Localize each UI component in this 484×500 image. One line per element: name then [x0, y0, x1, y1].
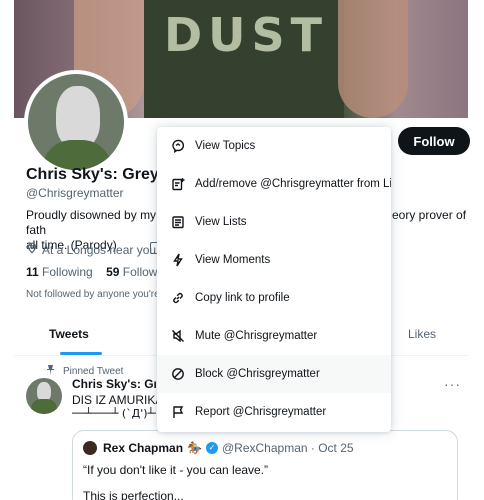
banner-shirt-lettering: DUST — [164, 8, 329, 62]
tweet-text-line-2: ──┴───┴ (`Д')┴──┴ — [72, 407, 156, 420]
following-count: 11 — [26, 265, 39, 279]
pinned-label: Pinned Tweet — [63, 365, 124, 377]
pinned-tweet-header: Pinned Tweet — [46, 364, 123, 378]
followers-count: 59 — [106, 265, 120, 279]
verified-icon: ✓ — [205, 442, 218, 454]
menu-item-label: Copy link to profile — [195, 292, 290, 304]
menu-item-add-remove-lists[interactable]: Add/remove @Chrisgreymatter from Lists — [157, 165, 391, 203]
avatar-head — [56, 86, 100, 148]
profile-location: At a Longos near you. — [26, 242, 159, 257]
moments-icon — [171, 253, 185, 267]
active-tab-indicator — [60, 352, 102, 355]
link-icon — [171, 291, 185, 305]
menu-item-mute[interactable]: Mute @Chrisgreymatter — [157, 317, 391, 355]
menu-item-label: Mute @Chrisgreymatter — [195, 330, 318, 342]
profile-more-menu: View Topics Add/remove @Chrisgreymatter … — [157, 127, 391, 432]
menu-item-label: View Topics — [195, 140, 256, 152]
lists-icon — [171, 215, 185, 229]
quoted-author: Rex Chapman — [103, 441, 184, 455]
quoted-text-line-1: “If you don't like it - you can leave.” — [83, 463, 269, 477]
menu-item-view-topics[interactable]: View Topics — [157, 127, 391, 165]
menu-item-label: View Lists — [195, 216, 247, 228]
report-icon — [171, 405, 185, 419]
menu-item-report[interactable]: Report @Chrisgreymatter — [157, 393, 391, 431]
menu-item-label: View Moments — [195, 254, 271, 266]
tweet-avatar[interactable] — [26, 378, 62, 414]
add-list-icon — [171, 177, 185, 191]
banner-arm-right — [338, 0, 408, 118]
quoted-tweet[interactable]: Rex Chapman 🏇 ✓ @RexChapman · Oct 25 “If… — [72, 430, 458, 500]
menu-item-label: Block @Chrisgreymatter — [195, 368, 320, 380]
profile-name: Chris Sky's: Grey M — [26, 166, 177, 183]
quoted-handle-time: @RexChapman · Oct 25 — [221, 441, 354, 455]
more-options-icon[interactable]: ··· — [444, 376, 461, 392]
location-icon — [26, 242, 38, 257]
pin-icon — [46, 364, 55, 378]
quoted-emoji: 🏇 — [187, 441, 202, 455]
location-text: At a Longos near you. — [42, 242, 160, 257]
block-icon — [171, 367, 185, 381]
menu-item-label: Report @Chrisgreymatter — [195, 406, 327, 418]
tweet-avatar-body — [31, 399, 57, 414]
profile-avatar[interactable] — [24, 70, 128, 174]
menu-item-view-lists[interactable]: View Lists — [157, 203, 391, 241]
tweet-author[interactable]: Chris Sky's: Grey — [72, 377, 156, 391]
tab-tweets[interactable]: Tweets — [49, 327, 89, 341]
bio-line-1: Proudly disowned by my fath — [26, 208, 157, 237]
mute-icon — [171, 329, 185, 343]
follow-button[interactable]: Follow — [398, 127, 470, 155]
menu-item-block[interactable]: Block @Chrisgreymatter — [157, 355, 391, 393]
quoted-author-row: Rex Chapman 🏇 ✓ @RexChapman · Oct 25 — [103, 441, 354, 455]
profile-counts: 11 Following 59 Followers — [26, 265, 174, 279]
quoted-avatar — [83, 441, 97, 455]
following-label: Following — [42, 265, 93, 279]
not-followed-text: Not followed by anyone you're fo — [26, 289, 158, 300]
following-link[interactable]: 11 Following — [26, 265, 93, 279]
menu-item-view-moments[interactable]: View Moments — [157, 241, 391, 279]
tweet-text-line-1: DIS IZ AMURIKA! — [72, 393, 167, 407]
tab-likes[interactable]: Likes — [408, 327, 436, 341]
quoted-text-line-2: This is perfection... — [83, 489, 184, 500]
profile-bio-right: eory prover of — [392, 208, 467, 222]
menu-item-copy-link[interactable]: Copy link to profile — [157, 279, 391, 317]
menu-item-label: Add/remove @Chrisgreymatter from Lists — [195, 178, 391, 190]
topics-icon — [171, 139, 185, 153]
profile-handle: @Chrisgreymatter — [26, 186, 124, 200]
